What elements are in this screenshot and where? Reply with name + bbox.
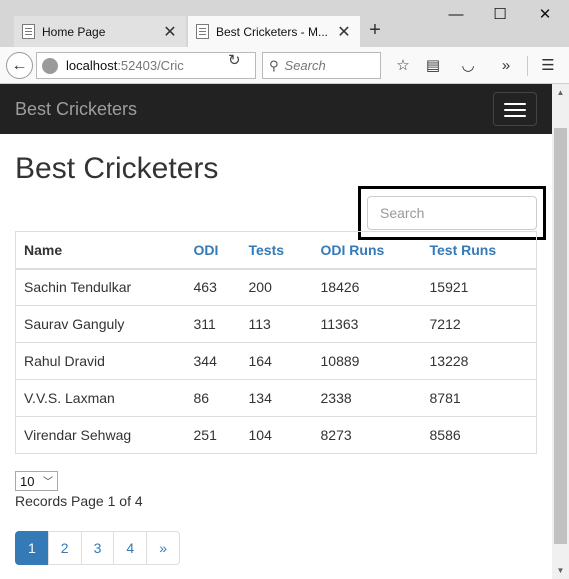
cell-test-runs: 15921 [421, 268, 537, 306]
reader-icon[interactable]: ▤ [422, 55, 444, 77]
cell-odi: 251 [185, 416, 241, 454]
cell-test-runs: 8586 [421, 416, 537, 454]
cell-tests: 104 [240, 416, 313, 454]
table-row: V.V.S. Laxman 86 134 2338 8781 [15, 379, 537, 417]
table-row: Virendar Sehwag 251 104 8273 8586 [15, 416, 537, 454]
close-window-button[interactable]: ✕ [523, 4, 567, 26]
minimize-button[interactable]: — [434, 4, 478, 26]
browser-toolbar: ← localhost :52403/Cric ↻ ⚲ Search ☆ ▤ ◡… [0, 47, 569, 84]
cell-tests: 113 [240, 305, 313, 343]
page-link-1[interactable]: 1 [15, 531, 49, 565]
cell-tests: 134 [240, 379, 313, 417]
scroll-up-arrow-icon[interactable]: ▲ [552, 84, 569, 101]
table-header-row: Name ODI Tests ODI Runs Test Runs [15, 231, 537, 270]
url-path: :52403/Cric [117, 58, 184, 73]
vertical-scrollbar[interactable]: ▲ ▼ [552, 84, 569, 579]
cell-name: V.V.S. Laxman [15, 379, 186, 417]
cell-name: Rahul Dravid [15, 342, 186, 380]
column-header-name: Name [15, 231, 186, 270]
column-header-test-runs[interactable]: Test Runs [421, 231, 537, 270]
search-input[interactable] [367, 196, 537, 230]
toolbar-divider [527, 56, 528, 76]
page-icon [22, 24, 35, 39]
records-page-info: Records Page 1 of 4 [15, 493, 143, 509]
cricketers-table: Name ODI Tests ODI Runs Test Runs Sachin… [15, 231, 537, 454]
page-link-3[interactable]: 3 [80, 531, 115, 565]
tab-title: Best Cricketers - M... [216, 24, 329, 39]
navbar-brand[interactable]: Best Cricketers [15, 99, 137, 120]
cell-test-runs: 7212 [421, 305, 537, 343]
back-button[interactable]: ← [6, 52, 33, 79]
navbar-toggle-button[interactable] [493, 92, 537, 126]
cell-odi-runs: 18426 [312, 268, 422, 306]
hamburger-bar [504, 103, 526, 105]
table-row: Saurav Ganguly 311 113 11363 7212 [15, 305, 537, 343]
globe-icon [42, 57, 58, 74]
url-host: localhost [66, 58, 118, 73]
page-size-select[interactable]: 10 ﹀ [15, 471, 58, 491]
page-title: Best Cricketers [15, 152, 219, 185]
hamburger-bar [504, 109, 526, 111]
tab-title: Home Page [42, 24, 106, 39]
cell-test-runs: 8781 [421, 379, 537, 417]
cell-odi: 86 [185, 379, 241, 417]
cell-tests: 164 [240, 342, 313, 380]
arrow-left-icon: ← [11, 57, 28, 74]
scroll-down-arrow-icon[interactable]: ▼ [552, 562, 569, 579]
browser-search-placeholder: Search [284, 58, 326, 73]
star-icon[interactable]: ☆ [392, 55, 414, 77]
close-tab-icon[interactable]: ✕ [336, 22, 352, 42]
column-header-tests[interactable]: Tests [240, 231, 313, 270]
tab-home-page[interactable]: Home Page ✕ [14, 16, 186, 47]
cell-name: Virendar Sehwag [15, 416, 186, 454]
pagination: 1 2 3 4 » [15, 531, 180, 565]
cell-odi: 311 [185, 305, 241, 343]
cell-odi-runs: 10889 [312, 342, 422, 380]
cell-odi-runs: 8273 [312, 416, 422, 454]
scroll-thumb[interactable] [554, 128, 567, 544]
page-size-value: 10 [20, 473, 35, 489]
browser-window: Home Page ✕ Best Cricketers - M... ✕ + —… [0, 0, 569, 579]
pocket-icon[interactable]: ◡ [457, 55, 479, 77]
cell-odi-runs: 11363 [312, 305, 422, 343]
cell-tests: 200 [240, 268, 313, 306]
cell-name: Saurav Ganguly [15, 305, 186, 343]
site-navbar: Best Cricketers [0, 84, 552, 134]
page-icon [196, 24, 209, 39]
page-link-4[interactable]: 4 [113, 531, 148, 565]
magnifier-icon: ⚲ [269, 57, 279, 73]
cell-name: Sachin Tendulkar [15, 268, 186, 306]
column-header-odi-runs[interactable]: ODI Runs [312, 231, 422, 270]
page-viewport: Best Cricketers Best Cricketers Name ODI… [0, 84, 552, 579]
hamburger-menu-icon[interactable]: ☰ [537, 55, 559, 77]
chevron-down-icon: ﹀ [43, 477, 53, 488]
page-link-2[interactable]: 2 [47, 531, 82, 565]
cell-odi-runs: 2338 [312, 379, 422, 417]
reload-icon[interactable]: ↻ [228, 51, 241, 69]
page-link-next[interactable]: » [146, 531, 180, 565]
cell-test-runs: 13228 [421, 342, 537, 380]
new-tab-button[interactable]: + [366, 18, 384, 42]
table-row: Sachin Tendulkar 463 200 18426 15921 [15, 268, 537, 306]
browser-search-box[interactable]: ⚲ Search [262, 52, 381, 79]
tab-strip: Home Page ✕ Best Cricketers - M... ✕ + —… [0, 0, 569, 47]
hamburger-bar [504, 115, 526, 117]
cell-odi: 344 [185, 342, 241, 380]
chevron-double-right-icon[interactable]: » [495, 55, 517, 77]
address-bar[interactable]: localhost :52403/Cric [36, 52, 256, 79]
column-header-odi[interactable]: ODI [185, 231, 241, 270]
tab-best-cricketers[interactable]: Best Cricketers - M... ✕ [188, 16, 360, 47]
table-row: Rahul Dravid 344 164 10889 13228 [15, 342, 537, 380]
close-tab-icon[interactable]: ✕ [162, 22, 178, 42]
maximize-button[interactable]: ☐ [478, 4, 522, 26]
cell-odi: 463 [185, 268, 241, 306]
